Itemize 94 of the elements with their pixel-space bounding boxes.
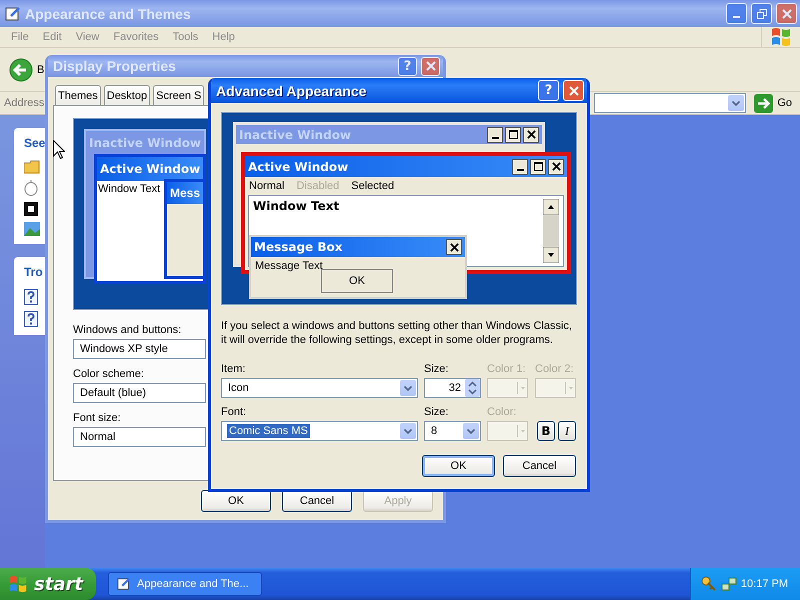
maximize-button[interactable] — [530, 158, 546, 174]
tab[interactable]: Themes — [55, 85, 101, 105]
landscape-icon — [24, 222, 40, 236]
spin-arrows-icon[interactable] — [465, 379, 480, 397]
start-button[interactable]: start — [0, 568, 96, 600]
help-button[interactable]: ? — [538, 80, 559, 101]
dropdown[interactable]: Windows XP style — [73, 339, 206, 359]
scroll-down-icon[interactable] — [543, 247, 559, 263]
help-icon — [24, 289, 38, 305]
dialog-button[interactable]: Cancel — [282, 490, 352, 512]
go-button[interactable]: Go — [750, 94, 796, 112]
font-dropdown[interactable]: Comic Sans MS — [221, 421, 418, 441]
minimize-button[interactable] — [512, 158, 528, 174]
inactive-window-title: Inactive Window — [239, 128, 352, 142]
caret-icon — [517, 424, 527, 438]
help-icon — [24, 311, 38, 327]
field-label: Item: — [221, 363, 246, 375]
field-label: Color 1: — [487, 363, 527, 375]
restore-icon — [756, 8, 766, 18]
maximize-icon — [508, 130, 518, 139]
close-button[interactable] — [548, 158, 564, 174]
font-size-dropdown[interactable]: 8 — [424, 421, 481, 441]
windows-flag-icon — [770, 26, 792, 48]
field-label: Size: — [424, 363, 450, 375]
dialog-button[interactable]: Cancel — [503, 455, 576, 477]
scrollbar[interactable] — [543, 199, 559, 263]
field-label: Color 2: — [535, 363, 575, 375]
minimize-icon — [492, 136, 498, 138]
message-text: Message Text — [254, 259, 324, 274]
field-label: Color: — [487, 406, 518, 418]
italic-button[interactable]: I — [558, 421, 576, 441]
tab[interactable]: Screen S — [153, 85, 204, 105]
close-icon — [568, 86, 578, 96]
address-label: Address — [4, 97, 44, 109]
menu-item[interactable]: Selected — [351, 180, 394, 192]
pane-title: Tro — [24, 264, 44, 281]
restore-button[interactable] — [751, 3, 772, 24]
windows-flag-icon — [8, 574, 28, 594]
maximize-button[interactable] — [505, 126, 521, 142]
window-title: Appearance and Themes — [25, 6, 192, 22]
network-icon[interactable] — [720, 576, 737, 592]
dropdown[interactable]: Default (blue) — [73, 383, 206, 403]
dialog-title: Advanced Appearance — [216, 82, 368, 98]
active-window-title: Active Window — [100, 162, 200, 176]
clock: 10:17 PM — [740, 578, 788, 590]
field-label: Color scheme: — [73, 368, 145, 380]
size-spinner[interactable]: 32 — [424, 378, 481, 398]
active-window-title: Active Window — [248, 160, 350, 174]
scroll-up-icon[interactable] — [543, 199, 559, 215]
window-text: Window Text — [253, 199, 340, 213]
control-panel-icon — [117, 577, 131, 591]
control-panel-icon — [5, 6, 21, 22]
field-label: Font: — [221, 406, 248, 418]
bold-button[interactable]: B — [537, 421, 555, 441]
back-label: B — [37, 64, 44, 76]
minimize-icon — [516, 168, 524, 170]
pane-title: See — [24, 135, 45, 152]
caret-icon — [565, 381, 575, 395]
inactive-window-title: Inactive Window — [89, 136, 202, 150]
message-box-title: Mess — [170, 186, 200, 200]
close-icon — [426, 61, 436, 71]
caret-icon — [404, 386, 412, 390]
close-button[interactable] — [446, 239, 462, 255]
tab[interactable]: Desktop — [104, 85, 150, 105]
keys-icon[interactable] — [701, 576, 717, 592]
message-box-title: Message Box — [254, 240, 344, 254]
field-label: Size: — [424, 406, 450, 418]
close-icon — [782, 8, 792, 18]
close-button[interactable] — [523, 126, 539, 142]
dialog-button[interactable]: OK — [201, 490, 271, 512]
ok-button[interactable]: OK — [321, 269, 393, 293]
field-label: Windows and buttons: — [73, 324, 182, 336]
address-field[interactable] — [594, 93, 746, 113]
maximize-icon — [534, 162, 542, 171]
dialog-title: Display Properties — [53, 58, 177, 74]
caret-icon — [517, 381, 527, 395]
dropdown[interactable]: Normal — [73, 427, 206, 447]
close-icon — [552, 162, 560, 171]
window-text: Window Text — [97, 182, 162, 197]
dialog-button[interactable]: OK — [422, 455, 495, 477]
caret-icon — [732, 100, 740, 106]
minimize-button[interactable] — [487, 126, 503, 142]
caret-icon — [467, 428, 475, 434]
caret-icon — [404, 428, 412, 434]
menu-item[interactable]: Normal — [249, 180, 284, 192]
minimize-icon — [733, 16, 740, 18]
item-dropdown[interactable]: Icon — [221, 378, 418, 398]
folder-icon — [24, 160, 40, 174]
info-text: If you select a windows and buttons setting other than Windows Classic, it will override the following settings, except in some older programs. — [221, 319, 573, 347]
taskbar-button[interactable]: Appearance and The... — [108, 572, 262, 596]
close-icon — [526, 130, 536, 139]
close-icon — [450, 242, 458, 252]
screen-icon — [24, 202, 38, 216]
field-label: Font size: — [73, 412, 122, 424]
